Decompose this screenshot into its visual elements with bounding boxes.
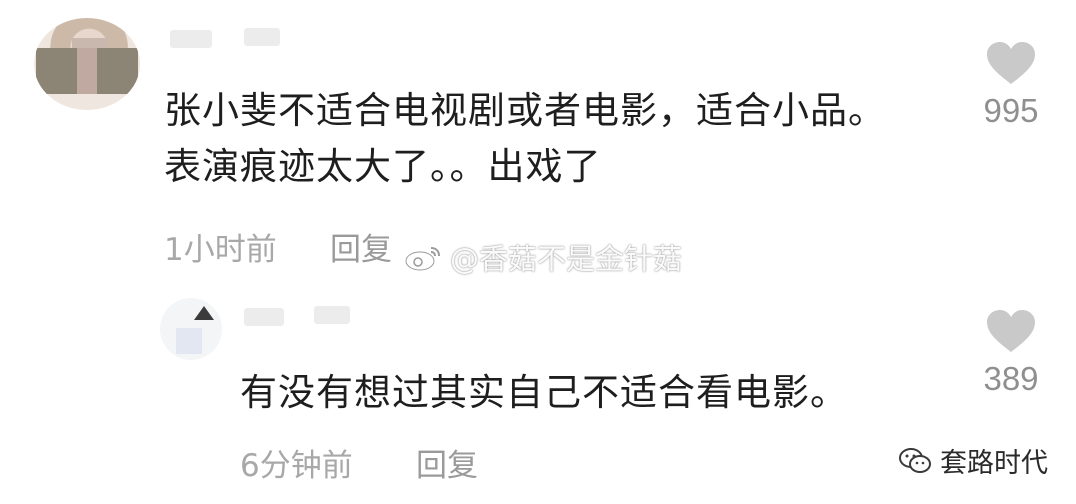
- reply-button[interactable]: 回复: [330, 224, 392, 269]
- comment-line-1: 张小斐不适合电视剧或者电影，适合小品。: [164, 89, 886, 132]
- username-redacted: [244, 308, 284, 326]
- commenter-avatar[interactable]: [34, 18, 140, 110]
- brand-text: 套路时代: [940, 448, 1048, 479]
- reply-text: 有没有想过其实自己不适合看电影。: [240, 371, 848, 414]
- reply-button[interactable]: 回复: [416, 440, 478, 485]
- wechat-icon: [899, 447, 931, 473]
- reply-like-button[interactable]: 389: [966, 308, 1056, 398]
- comment-line-2: 表演痕迹太大了。。出戏了: [164, 145, 602, 188]
- username-redacted: [244, 28, 280, 46]
- heart-icon: [987, 42, 1035, 84]
- comment-like-button[interactable]: 995: [966, 40, 1056, 130]
- avatar-mosaic: [36, 48, 138, 94]
- username-redacted: [170, 30, 212, 48]
- weibo-icon: [404, 247, 440, 272]
- replier-avatar[interactable]: [160, 298, 222, 360]
- comment-timestamp: 1小时前: [164, 232, 277, 268]
- avatar-shape: [176, 328, 202, 354]
- brand-watermark: 套路时代: [898, 441, 1048, 480]
- like-count: 389: [983, 360, 1039, 397]
- like-count: 995: [983, 92, 1039, 129]
- reply-timestamp: 6分钟前: [240, 448, 353, 484]
- heart-icon: [987, 310, 1035, 352]
- username-redacted: [314, 306, 350, 324]
- watermark: @香菇不是金针菇: [404, 236, 682, 278]
- watermark-text: @香菇不是金针菇: [450, 242, 683, 276]
- avatar-shape: [194, 306, 214, 320]
